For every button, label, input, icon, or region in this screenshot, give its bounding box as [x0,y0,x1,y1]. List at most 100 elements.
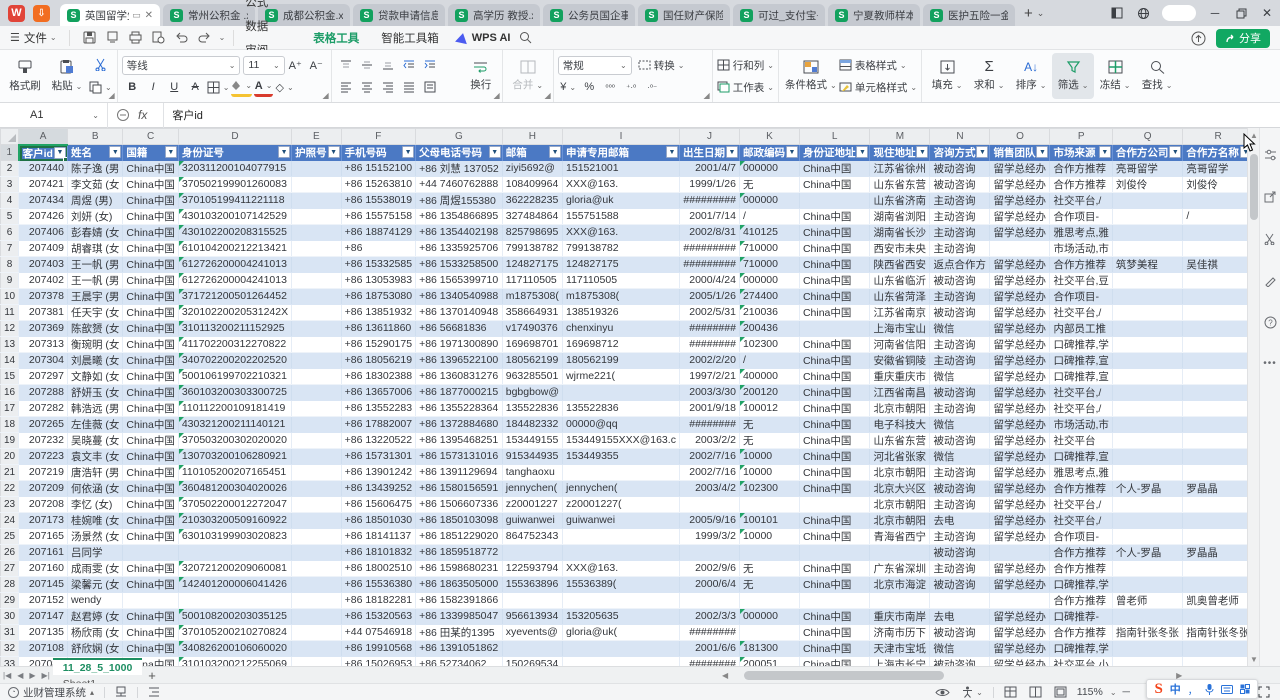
cell[interactable]: 亮哥留学 [1112,161,1183,177]
row-header-20[interactable]: 20 [1,448,19,464]
cell[interactable]: 微信 [930,368,990,384]
cell[interactable]: 留学总经办 [990,304,1050,320]
cell[interactable]: 合作项目- [1050,288,1112,304]
column-header-I[interactable]: I [563,129,680,145]
cell[interactable]: China中国 [799,272,870,288]
cell[interactable]: 无 [739,576,799,592]
cell[interactable]: 117110505 [563,272,680,288]
cell[interactable]: China中国 [799,352,870,368]
cell[interactable] [739,496,799,512]
system-menu-button[interactable]: ◔业财管理系统▴ [8,685,94,700]
column-header-L[interactable]: L [799,129,870,145]
cell[interactable] [799,544,870,560]
cell[interactable]: 362228235 [502,192,562,208]
cell[interactable]: 500108200203035125 [178,608,291,624]
cell[interactable]: 被动咨询 [930,176,990,192]
cell[interactable]: gloria@uk( [563,624,680,640]
cell[interactable]: +86 18753080 [341,288,415,304]
cell[interactable]: 207282 [19,400,68,416]
cell[interactable]: 社交平台,/ [1050,192,1112,208]
cell[interactable]: 社交平台 [1050,432,1112,448]
first-sheet-icon[interactable]: |◀ [3,671,11,680]
cell[interactable]: guiwanwei [502,512,562,528]
cell[interactable]: 10000 [739,448,799,464]
cell[interactable]: wendy [67,592,122,608]
cell[interactable]: 150269534 [502,656,562,666]
filter-dropdown-icon[interactable]: ▼ [278,146,290,158]
vertical-scrollbar[interactable]: ▲ ▼ [1247,128,1259,666]
cell[interactable]: 衡琬明 (女 [67,336,122,352]
cell[interactable]: 411702200312270822 [178,336,291,352]
cell[interactable]: +86 1395468251 [416,432,503,448]
cell[interactable]: China中国 [799,432,870,448]
cell[interactable] [1183,320,1247,336]
fill-color-button[interactable]: ⌄ [231,78,252,97]
cell[interactable] [292,320,342,336]
cell[interactable] [1112,432,1183,448]
row-header-28[interactable]: 28 [1,576,19,592]
cell[interactable]: 无 [739,432,799,448]
cell[interactable]: China中国 [123,512,178,528]
cell[interactable]: 207147 [19,608,68,624]
align-top-icon[interactable] [337,56,356,75]
worksheet-button[interactable]: 工作表⌄ [717,77,774,97]
merge-dialog-launcher-icon[interactable]: ◢ [545,91,551,100]
cell[interactable]: +86 15731301 [341,448,415,464]
cell[interactable]: China中国 [123,384,178,400]
cell[interactable]: 合作方推荐 [1050,624,1112,640]
cell[interactable]: 北京市朝阳 [870,464,930,480]
cell[interactable]: +86 1391051862 [416,640,503,656]
menu-smart-toolbox[interactable]: 智能工具箱 [370,26,450,50]
cell[interactable] [1183,640,1247,656]
cell[interactable]: +86 13053983 [341,272,415,288]
wps-download-icon[interactable]: ⇩ [33,5,50,22]
align-center-icon[interactable] [358,78,377,97]
cell[interactable]: China中国 [123,208,178,224]
cell[interactable] [1183,288,1247,304]
cell[interactable]: 河南省信阳 [870,336,930,352]
cell[interactable]: 207434 [19,192,68,208]
cell[interactable]: 留学总经办 [990,352,1050,368]
share-button[interactable]: 分享 [1216,29,1270,48]
filter-dropdown-icon[interactable]: ▼ [1036,146,1048,158]
cell[interactable]: 社交平台,豆 [1050,272,1112,288]
cell[interactable]: 207421 [19,176,68,192]
cell[interactable]: 留学总经办 [990,416,1050,432]
cell[interactable]: 153449355 [563,448,680,464]
cell[interactable]: 138519326 [563,304,680,320]
cell[interactable]: China中国 [799,464,870,480]
column-header-M[interactable]: M [870,129,930,145]
cell[interactable]: 重庆重庆市 [870,368,930,384]
cell[interactable]: 371721200501264452 [178,288,291,304]
cell[interactable]: 207378 [19,288,68,304]
freeze-button[interactable]: 冻结⌄ [1094,53,1136,99]
cell[interactable]: +86 周煜155380 [416,192,503,208]
cell[interactable] [1112,208,1183,224]
cell[interactable]: China中国 [799,528,870,544]
cell[interactable]: 207160 [19,560,68,576]
cell[interactable]: 韩浩远 (男 [67,400,122,416]
cell[interactable] [1112,528,1183,544]
cell[interactable]: 西安市未央 [870,240,930,256]
cell[interactable]: 102300 [739,336,799,352]
cell[interactable]: 电子科技大 [870,416,930,432]
cell[interactable]: 360103200303300725 [178,384,291,400]
cell[interactable]: +86 [341,240,415,256]
cell[interactable]: 207426 [19,208,68,224]
cell[interactable]: China中国 [123,624,178,640]
cell[interactable]: ######## [679,336,739,352]
cell[interactable]: 江西省南昌 [870,384,930,400]
cell[interactable]: China中国 [123,336,178,352]
cell[interactable]: 留学总经办 [990,496,1050,512]
table-header-cell[interactable]: 申请专用邮箱▼ [563,145,680,161]
table-header-cell[interactable]: 国籍▼ [123,145,178,161]
cell[interactable]: 雅思考点,雅 [1050,464,1112,480]
cell[interactable] [679,592,739,608]
cell[interactable]: 被动咨询 [930,576,990,592]
cell[interactable]: 274400 [739,288,799,304]
cell[interactable]: 罗晶晶 [1183,480,1247,496]
cell[interactable]: 李忆 (女) [67,496,122,512]
cell[interactable]: tanghaoxu [502,464,562,480]
column-header-K[interactable]: K [739,129,799,145]
cell[interactable]: 200051 [739,656,799,666]
